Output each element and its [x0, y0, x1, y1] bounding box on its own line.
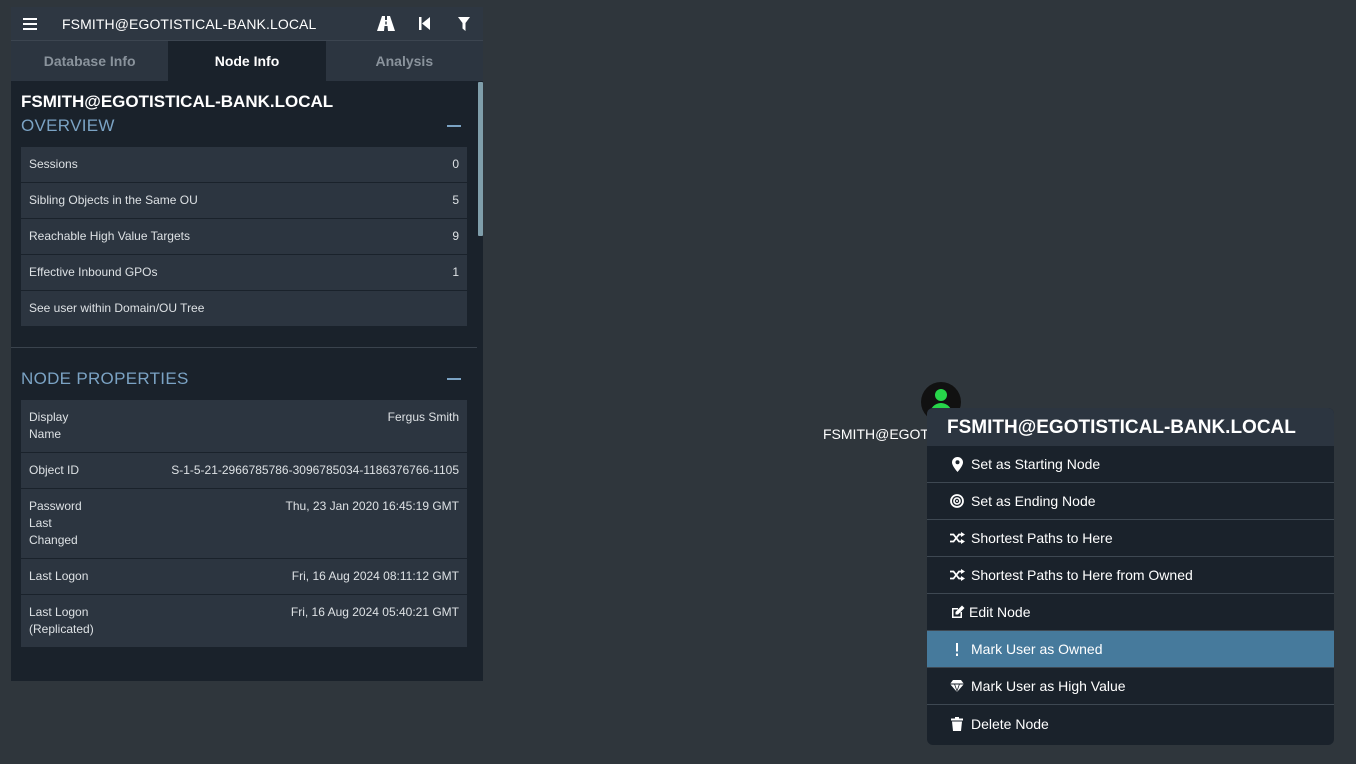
row-value: 1 [452, 265, 459, 279]
menu-item-set-ending-node[interactable]: Set as Ending Node [927, 483, 1334, 520]
menu-item-shortest-paths-from-owned[interactable]: Shortest Paths to Here from Owned [927, 557, 1334, 594]
random-icon [949, 567, 965, 583]
tab-database-info[interactable]: Database Info [11, 41, 168, 81]
property-value: Fri, 16 Aug 2024 08:11:12 GMT [291, 569, 459, 583]
edit-icon [950, 604, 966, 620]
row-value: 0 [452, 157, 459, 171]
tab-node-info[interactable]: Node Info [168, 41, 326, 81]
row-label: Reachable High Value Targets [29, 229, 190, 243]
node-context-menu: FSMITH@EGOTISTICAL-BANK.LOCAL Set as Sta… [927, 408, 1334, 745]
property-value: S-1-5-21-2966785786-3096785034-118637676… [171, 463, 459, 477]
back-icon[interactable] [405, 7, 444, 41]
property-row-last-logon: Last Logon Fri, 16 Aug 2024 08:11:12 GMT [21, 559, 467, 595]
property-row-password-last-changed: Password Last Changed Thu, 23 Jan 2020 1… [21, 489, 467, 559]
property-label: Password Last Changed [29, 499, 82, 547]
property-row-last-logon-replicated: Last Logon (Replicated) Fri, 16 Aug 2024… [21, 595, 467, 648]
properties-table: Display Name Fergus Smith Object ID S-1-… [21, 400, 467, 648]
exclamation-icon [949, 641, 965, 657]
overview-header[interactable]: OVERVIEW [11, 113, 477, 139]
gem-icon [949, 678, 965, 694]
property-label: Last Logon [29, 569, 89, 583]
map-marker-icon [949, 456, 965, 472]
section-divider [11, 347, 477, 348]
menu-item-delete-node[interactable]: Delete Node [927, 705, 1334, 742]
menu-item-label: Set as Ending Node [971, 493, 1096, 509]
row-label: Sessions [29, 157, 78, 171]
menu-item-label: Mark User as Owned [971, 641, 1103, 657]
hamburger-menu-icon[interactable] [11, 7, 49, 41]
collapse-icon[interactable] [447, 378, 461, 380]
overview-row-siblings[interactable]: Sibling Objects in the Same OU 5 [21, 183, 467, 219]
panel-content: FSMITH@EGOTISTICAL-BANK.LOCAL OVERVIEW S… [11, 81, 477, 681]
scrollbar-thumb[interactable] [478, 82, 483, 236]
menu-item-shortest-paths-to-here[interactable]: Shortest Paths to Here [927, 520, 1334, 557]
graph-node-label: FSMITH@EGOTISTICAL-BANK.LOCAL [823, 426, 933, 442]
menu-item-set-starting-node[interactable]: Set as Starting Node [927, 446, 1334, 483]
search-bar: FSMITH@EGOTISTICAL-BANK.LOCAL [11, 7, 483, 41]
row-value: 5 [452, 193, 459, 207]
search-input[interactable]: FSMITH@EGOTISTICAL-BANK.LOCAL [49, 16, 366, 32]
property-value: Thu, 23 Jan 2020 16:45:19 GMT [285, 499, 459, 513]
menu-item-label: Shortest Paths to Here [971, 530, 1113, 546]
menu-item-label: Delete Node [971, 715, 1049, 732]
row-value: 9 [452, 229, 459, 243]
panel-tabs: Database Info Node Info Analysis [11, 41, 483, 81]
random-icon [949, 530, 965, 546]
menu-item-mark-user-owned[interactable]: Mark User as Owned [927, 631, 1334, 668]
user-icon-head [935, 389, 947, 401]
row-label: Sibling Objects in the Same OU [29, 193, 198, 207]
context-menu-title: FSMITH@EGOTISTICAL-BANK.LOCAL [927, 408, 1334, 446]
menu-item-mark-high-value[interactable]: Mark User as High Value [927, 668, 1334, 705]
node-properties-heading: NODE PROPERTIES [21, 369, 189, 388]
node-properties-header[interactable]: NODE PROPERTIES [11, 366, 477, 392]
overview-heading: OVERVIEW [21, 116, 115, 135]
overview-table: Sessions 0 Sibling Objects in the Same O… [21, 147, 467, 327]
property-value: Fri, 16 Aug 2024 05:40:21 GMT [290, 605, 459, 619]
property-label: Object ID [29, 463, 80, 477]
menu-item-label: Mark User as High Value [971, 678, 1126, 694]
trash-icon [949, 716, 965, 732]
node-info-panel: FSMITH@EGOTISTICAL-BANK.LOCAL Database I… [11, 7, 483, 681]
overview-row-high-value-targets[interactable]: Reachable High Value Targets 9 [21, 219, 467, 255]
tab-analysis[interactable]: Analysis [326, 41, 483, 81]
node-title: FSMITH@EGOTISTICAL-BANK.LOCAL [21, 92, 334, 111]
menu-item-label: Set as Starting Node [971, 456, 1101, 472]
row-label: See user within Domain/OU Tree [29, 301, 205, 315]
collapse-icon[interactable] [447, 125, 461, 127]
menu-item-label: Shortest Paths to Here from Owned [971, 567, 1193, 583]
menu-item-label: Edit Node [969, 604, 1031, 620]
filter-icon[interactable] [444, 7, 483, 41]
property-label: Last Logon (Replicated) [29, 605, 94, 636]
row-label: Effective Inbound GPOs [29, 265, 158, 279]
overview-row-inbound-gpos[interactable]: Effective Inbound GPOs 1 [21, 255, 467, 291]
pathfinding-road-icon[interactable] [366, 7, 405, 41]
property-label: Display Name [29, 410, 69, 441]
overview-row-sessions[interactable]: Sessions 0 [21, 147, 467, 183]
bullseye-icon [949, 493, 965, 509]
menu-item-edit-node[interactable]: Edit Node [927, 594, 1334, 631]
property-row-object-id: Object ID S-1-5-21-2966785786-3096785034… [21, 453, 467, 489]
overview-row-ou-tree[interactable]: See user within Domain/OU Tree [21, 291, 467, 327]
property-value: Fergus Smith [387, 410, 459, 424]
property-row-display-name: Display Name Fergus Smith [21, 400, 467, 453]
